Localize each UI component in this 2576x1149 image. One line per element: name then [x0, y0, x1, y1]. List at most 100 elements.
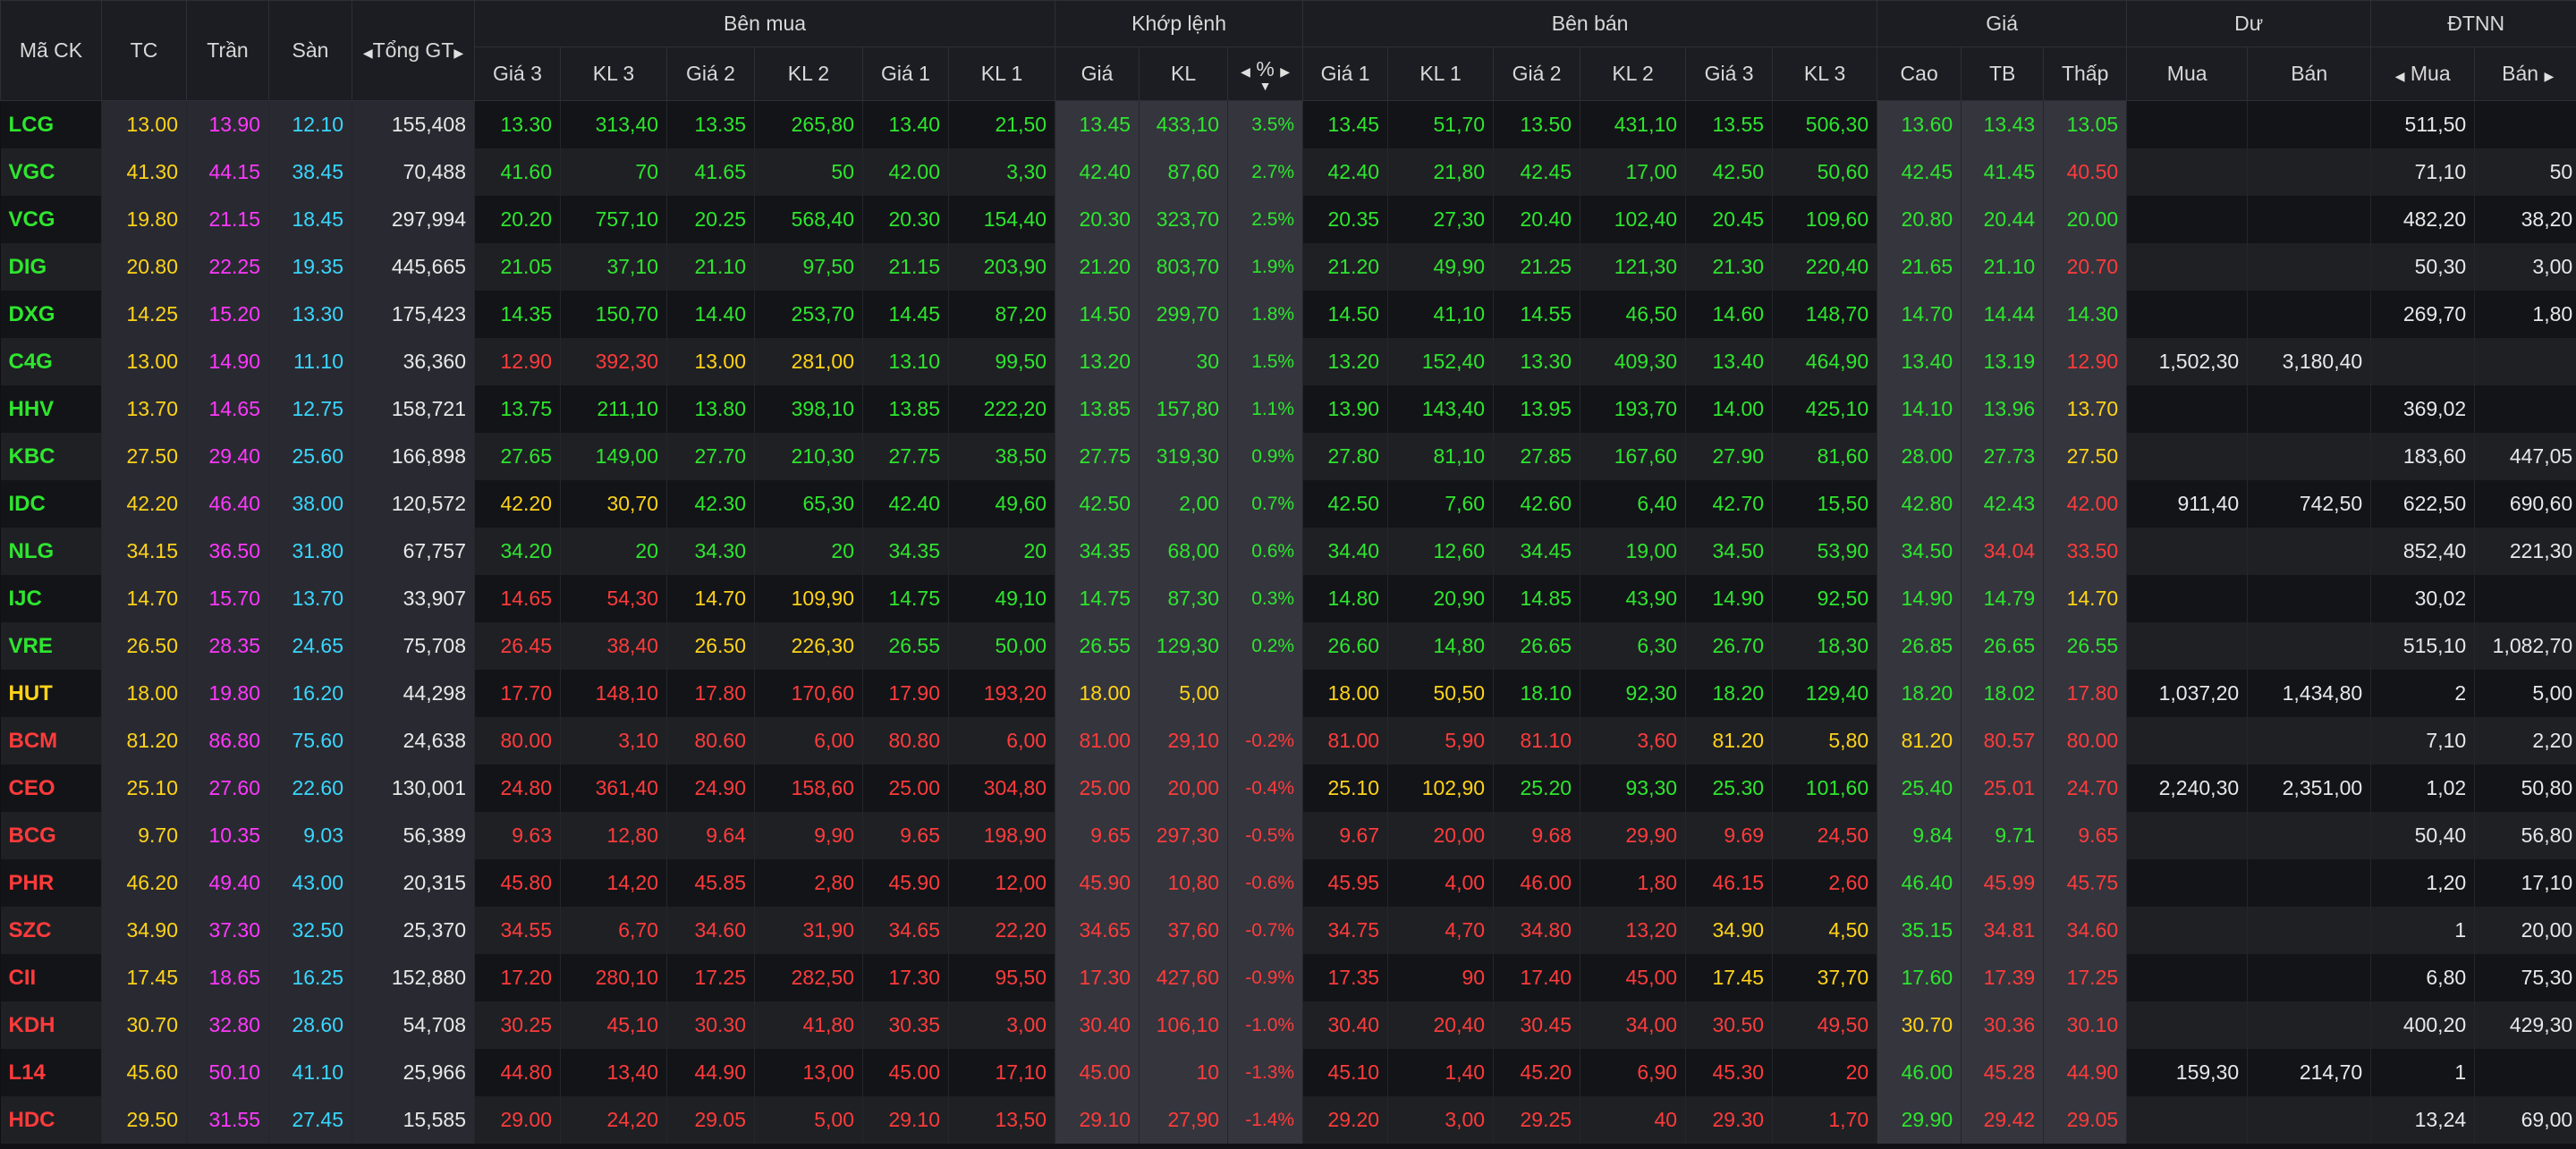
- col-low[interactable]: Thấp: [2043, 46, 2128, 101]
- avg-price: 29.42: [1961, 1096, 2045, 1144]
- stock-symbol: HUT: [0, 670, 102, 717]
- table-row[interactable]: DIG 20.80 22.25 19.35 445,665 21.05 37,10 21.10…: [0, 243, 2576, 291]
- sell-vol3: 4,50: [1772, 907, 1878, 954]
- buy-vol2: 282,50: [754, 954, 863, 1001]
- sell-vol2: 13,20: [1580, 907, 1687, 954]
- col-buy-vol3[interactable]: KL 3: [560, 46, 667, 101]
- col-buy-price1[interactable]: Giá 1: [862, 46, 949, 101]
- table-row[interactable]: SZC 34.90 37.30 32.50 25,370 34.55 6,70 34.60 31…: [0, 907, 2576, 954]
- buy-vol3: 6,70: [560, 907, 667, 954]
- buy-vol3: 149,00: [560, 433, 667, 480]
- col-sell-price2[interactable]: Giá 2: [1493, 46, 1581, 101]
- buy-price3: 13.30: [474, 100, 561, 148]
- sell-price2: 9.68: [1493, 812, 1581, 859]
- sell-price3: 42.70: [1685, 480, 1774, 528]
- col-match-vol[interactable]: KL: [1139, 46, 1229, 101]
- total-value: 158,721: [352, 385, 475, 433]
- sell-vol2: 92,30: [1580, 670, 1687, 717]
- table-row[interactable]: VCG 19.80 21.15 18.45 297,994 20.20 757,10 20.2…: [0, 196, 2576, 243]
- table-row[interactable]: BCG 9.70 10.35 9.03 56,389 9.63 12,80 9.64 9,90 9…: [0, 812, 2576, 859]
- table-row[interactable]: L14 45.60 50.10 41.10 25,966 44.80 13,40 44.90 1…: [0, 1049, 2576, 1096]
- col-sell-vol1[interactable]: KL 1: [1387, 46, 1495, 101]
- table-row[interactable]: BCM 81.20 86.80 75.60 24,638 80.00 3,10 80.60 6,…: [0, 717, 2576, 765]
- table-row[interactable]: HUT 18.00 19.80 16.20 44,298 17.70 148,10 17.80…: [0, 670, 2576, 717]
- low-price: 14.70: [2043, 575, 2128, 622]
- match-price: 25.00: [1055, 765, 1140, 812]
- ref-price: 45.60: [101, 1049, 187, 1096]
- col-ref-header[interactable]: TC: [101, 0, 187, 101]
- col-buy-vol2[interactable]: KL 2: [754, 46, 863, 101]
- stock-symbol: DXG: [0, 291, 102, 338]
- col-foreign-sell[interactable]: Bán ▶: [2474, 46, 2576, 101]
- col-buy-price2[interactable]: Giá 2: [666, 46, 755, 101]
- col-sell-vol3[interactable]: KL 3: [1772, 46, 1878, 101]
- table-row[interactable]: CII 17.45 18.65 16.25 152,880 17.20 280,10 17.2…: [0, 954, 2576, 1001]
- buy-vol2: 41,80: [754, 1001, 863, 1049]
- table-row[interactable]: HDC 29.50 31.55 27.45 15,585 29.00 24,20 29.05 5…: [0, 1096, 2576, 1144]
- col-floor-header[interactable]: Sàn: [268, 0, 352, 101]
- sell-vol3: 148,70: [1772, 291, 1878, 338]
- high-price: 28.00: [1877, 433, 1962, 480]
- col-symbol-header[interactable]: Mã CK: [0, 0, 102, 101]
- buy-price1: 20.30: [862, 196, 949, 243]
- foreign-left-icon[interactable]: ◀: [2395, 69, 2405, 84]
- col-match-pct[interactable]: ◀ % ▶ ▼: [1227, 46, 1304, 101]
- sell-vol3: 101,60: [1772, 765, 1878, 812]
- col-sell-price3[interactable]: Giá 3: [1685, 46, 1774, 101]
- table-row[interactable]: PHR 46.20 49.40 43.00 20,315 45.80 14,20 45.85 2…: [0, 859, 2576, 907]
- low-price: 14.30: [2043, 291, 2128, 338]
- table-row[interactable]: HHV 13.70 14.65 12.75 158,721 13.75 211,10 13.8…: [0, 385, 2576, 433]
- table-row[interactable]: VRE 26.50 28.35 24.65 75,708 26.45 38,40 26.50 2…: [0, 622, 2576, 670]
- buy-vol2: 65,30: [754, 480, 863, 528]
- table-row[interactable]: IDC 42.20 46.40 38.00 120,572 42.20 30,70 42.30…: [0, 480, 2576, 528]
- sell-price3: 14.60: [1685, 291, 1774, 338]
- sell-price2: 26.65: [1493, 622, 1581, 670]
- table-row[interactable]: KDH 30.70 32.80 28.60 54,708 30.25 45,10 30.30 4…: [0, 1001, 2576, 1049]
- col-sell-price1[interactable]: Giá 1: [1302, 46, 1389, 101]
- sell-vol2: 102,40: [1580, 196, 1687, 243]
- col-buy-price3[interactable]: Giá 3: [474, 46, 561, 101]
- table-row[interactable]: CEO 25.10 27.60 22.60 130,001 24.80 361,40 24.9…: [0, 765, 2576, 812]
- sell-vol1: 3,00: [1387, 1096, 1495, 1144]
- col-foreign-buy[interactable]: ◀ Mua: [2370, 46, 2476, 101]
- sell-price1: 21.20: [1302, 243, 1389, 291]
- buy-price1: 25.00: [862, 765, 949, 812]
- ref-price: 13.00: [101, 338, 187, 385]
- total-value: 70,488: [352, 148, 475, 196]
- col-avg[interactable]: TB: [1961, 46, 2045, 101]
- stock-symbol: KBC: [0, 433, 102, 480]
- buy-vol1: 193,20: [948, 670, 1056, 717]
- scroll-right-icon[interactable]: ▶: [453, 46, 463, 61]
- residual-buy: 1,502,30: [2126, 338, 2249, 385]
- ref-price: 13.00: [101, 100, 187, 148]
- col-total-value-header[interactable]: ◀Tổng GT▶: [352, 0, 475, 101]
- col-match-price[interactable]: Giá: [1055, 46, 1140, 101]
- table-row[interactable]: LCG 13.00 13.90 12.10 155,408 13.30 313,40 13.3…: [0, 100, 2576, 148]
- stock-symbol: C4G: [0, 338, 102, 385]
- table-row[interactable]: KBC 27.50 29.40 25.60 166,898 27.65 149,00 27.7…: [0, 433, 2576, 480]
- col-residual-buy[interactable]: Mua: [2126, 46, 2249, 101]
- table-row[interactable]: C4G 13.00 14.90 11.10 36,360 12.90 392,30 13.00…: [0, 338, 2576, 385]
- table-row[interactable]: VGC 41.30 44.15 38.45 70,488 41.60 70 41.65 50 42…: [0, 148, 2576, 196]
- ceiling-price: 50.10: [186, 1049, 269, 1096]
- buy-vol2: 398,10: [754, 385, 863, 433]
- toggle-left-icon[interactable]: ◀: [1241, 64, 1250, 80]
- toggle-right-icon[interactable]: ▶: [1280, 64, 1290, 80]
- buy-price3: 30.25: [474, 1001, 561, 1049]
- col-high[interactable]: Cao: [1877, 46, 1962, 101]
- buy-price1: 45.00: [862, 1049, 949, 1096]
- col-ceiling-header[interactable]: Trần: [186, 0, 269, 101]
- table-row[interactable]: IJC 14.70 15.70 13.70 33,907 14.65 54,30 14.70 1…: [0, 575, 2576, 622]
- scroll-left-icon[interactable]: ◀: [363, 46, 373, 61]
- high-price: 14.90: [1877, 575, 1962, 622]
- low-price: 17.25: [2043, 954, 2128, 1001]
- sell-price3: 14.00: [1685, 385, 1774, 433]
- total-value: 155,408: [352, 100, 475, 148]
- table-row[interactable]: DXG 14.25 15.20 13.30 175,423 14.35 150,70 14.4…: [0, 291, 2576, 338]
- stock-symbol: NLG: [0, 528, 102, 575]
- col-residual-sell[interactable]: Bán: [2247, 46, 2372, 101]
- col-sell-vol2[interactable]: KL 2: [1580, 46, 1687, 101]
- foreign-right-icon[interactable]: ▶: [2544, 69, 2554, 84]
- col-buy-vol1[interactable]: KL 1: [947, 46, 1056, 101]
- table-row[interactable]: NLG 34.15 36.50 31.80 67,757 34.20 20 34.30 20 34…: [0, 528, 2576, 575]
